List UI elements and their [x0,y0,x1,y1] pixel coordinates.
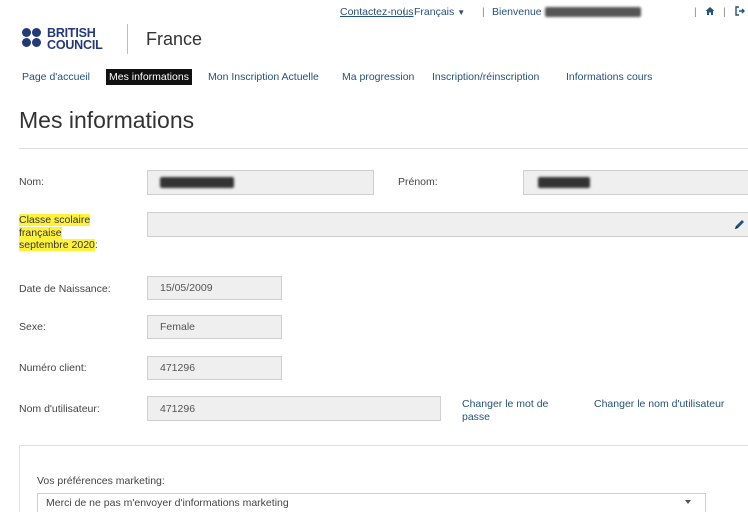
british-council-logo[interactable]: BRITISH COUNCIL [22,26,122,52]
separator: | [694,6,697,18]
redacted-prenom [538,177,590,188]
redacted-nom [160,177,234,188]
country-name: France [146,29,203,49]
nav-item-progression[interactable]: Ma progression [342,69,414,85]
pencil-icon[interactable] [732,218,746,232]
classe-scolaire-field[interactable] [147,212,748,237]
sexe-label: Sexe: [19,321,46,333]
prenom-field[interactable] [523,170,748,195]
separator: | [723,6,726,18]
marketing-label: Vos préférences marketing: [37,475,165,487]
caret-down-icon [685,500,691,504]
redacted-username [544,7,641,18]
client-number-field[interactable]: 471296 [147,356,282,380]
caret-down-icon: ▼ [457,8,466,17]
marketing-selected-value: Merci de ne pas m'envoyer d'informations… [46,497,289,509]
nav-item-inscription-reinscription[interactable]: Inscription/réinscription [432,69,539,85]
separator: | [482,6,485,18]
logout-icon[interactable] [735,6,745,19]
language-label: Français [414,6,455,18]
dob-field[interactable]: 15/05/2009 [147,276,282,300]
welcome-label: Bienvenue [492,6,542,18]
change-username-link[interactable]: Changer le nom d'utilisateur [594,398,724,411]
sexe-field[interactable]: Female [147,315,282,339]
change-password-link[interactable]: Changer le mot de passe [462,398,548,424]
nav-item-home[interactable]: Page d'accueil [22,69,90,85]
marketing-preference-select[interactable]: Merci de ne pas m'envoyer d'informations… [37,493,706,512]
nav-item-informations-cours[interactable]: Informations cours [566,69,652,85]
nav-item-inscription-actuelle[interactable]: Mon Inscription Actuelle [208,69,319,85]
classe-scolaire-label: Classe scolaire française septembre 2020… [19,214,98,251]
welcome-text: Bienvenue [492,6,641,18]
logo-dots-icon [22,28,44,50]
page-title: Mes informations [19,107,195,133]
utility-bar: Contactez-nous | Français ▼ | Bienvenue … [0,6,748,22]
divider [19,148,748,149]
nav-item-mes-informations[interactable]: Mes informations [106,69,192,85]
client-label: Numéro client: [19,362,87,374]
home-icon[interactable] [705,6,715,19]
logo-wordmark: BRITISH COUNCIL [47,26,103,52]
language-selector[interactable]: Français ▼ [414,6,465,18]
prenom-label: Prénom: [398,176,438,188]
main-nav: Page d'accueil Mes informations Mon Insc… [0,69,748,85]
separator: | [403,6,406,18]
username-label: Nom d'utilisateur: [19,403,100,415]
logo-divider [127,24,128,54]
dob-label: Date de Naissance: [19,283,111,295]
nom-label: Nom: [19,176,45,188]
username-field[interactable]: 471296 [147,396,441,421]
nom-field[interactable] [147,170,374,195]
